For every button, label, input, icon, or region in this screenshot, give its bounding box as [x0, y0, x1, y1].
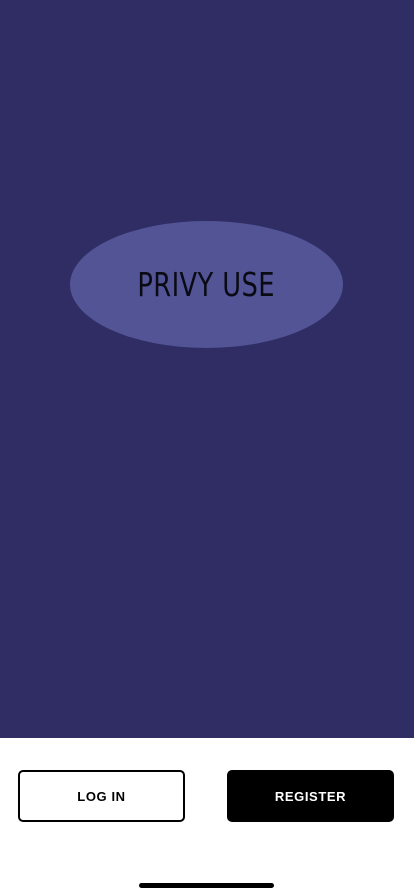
login-button-label: LOG IN	[77, 788, 126, 804]
home-indicator[interactable]	[139, 883, 274, 888]
app-logo: PRIVY USE	[70, 221, 343, 348]
app-logo-text: PRIVY USE	[137, 265, 276, 304]
auth-footer: LOG IN REGISTER	[0, 738, 414, 896]
register-button[interactable]: REGISTER	[227, 770, 394, 822]
hero-section: PRIVY USE	[0, 0, 414, 738]
register-button-label: REGISTER	[274, 788, 347, 804]
welcome-screen: PRIVY USE LOG IN REGISTER	[0, 0, 414, 896]
login-button[interactable]: LOG IN	[18, 770, 185, 822]
